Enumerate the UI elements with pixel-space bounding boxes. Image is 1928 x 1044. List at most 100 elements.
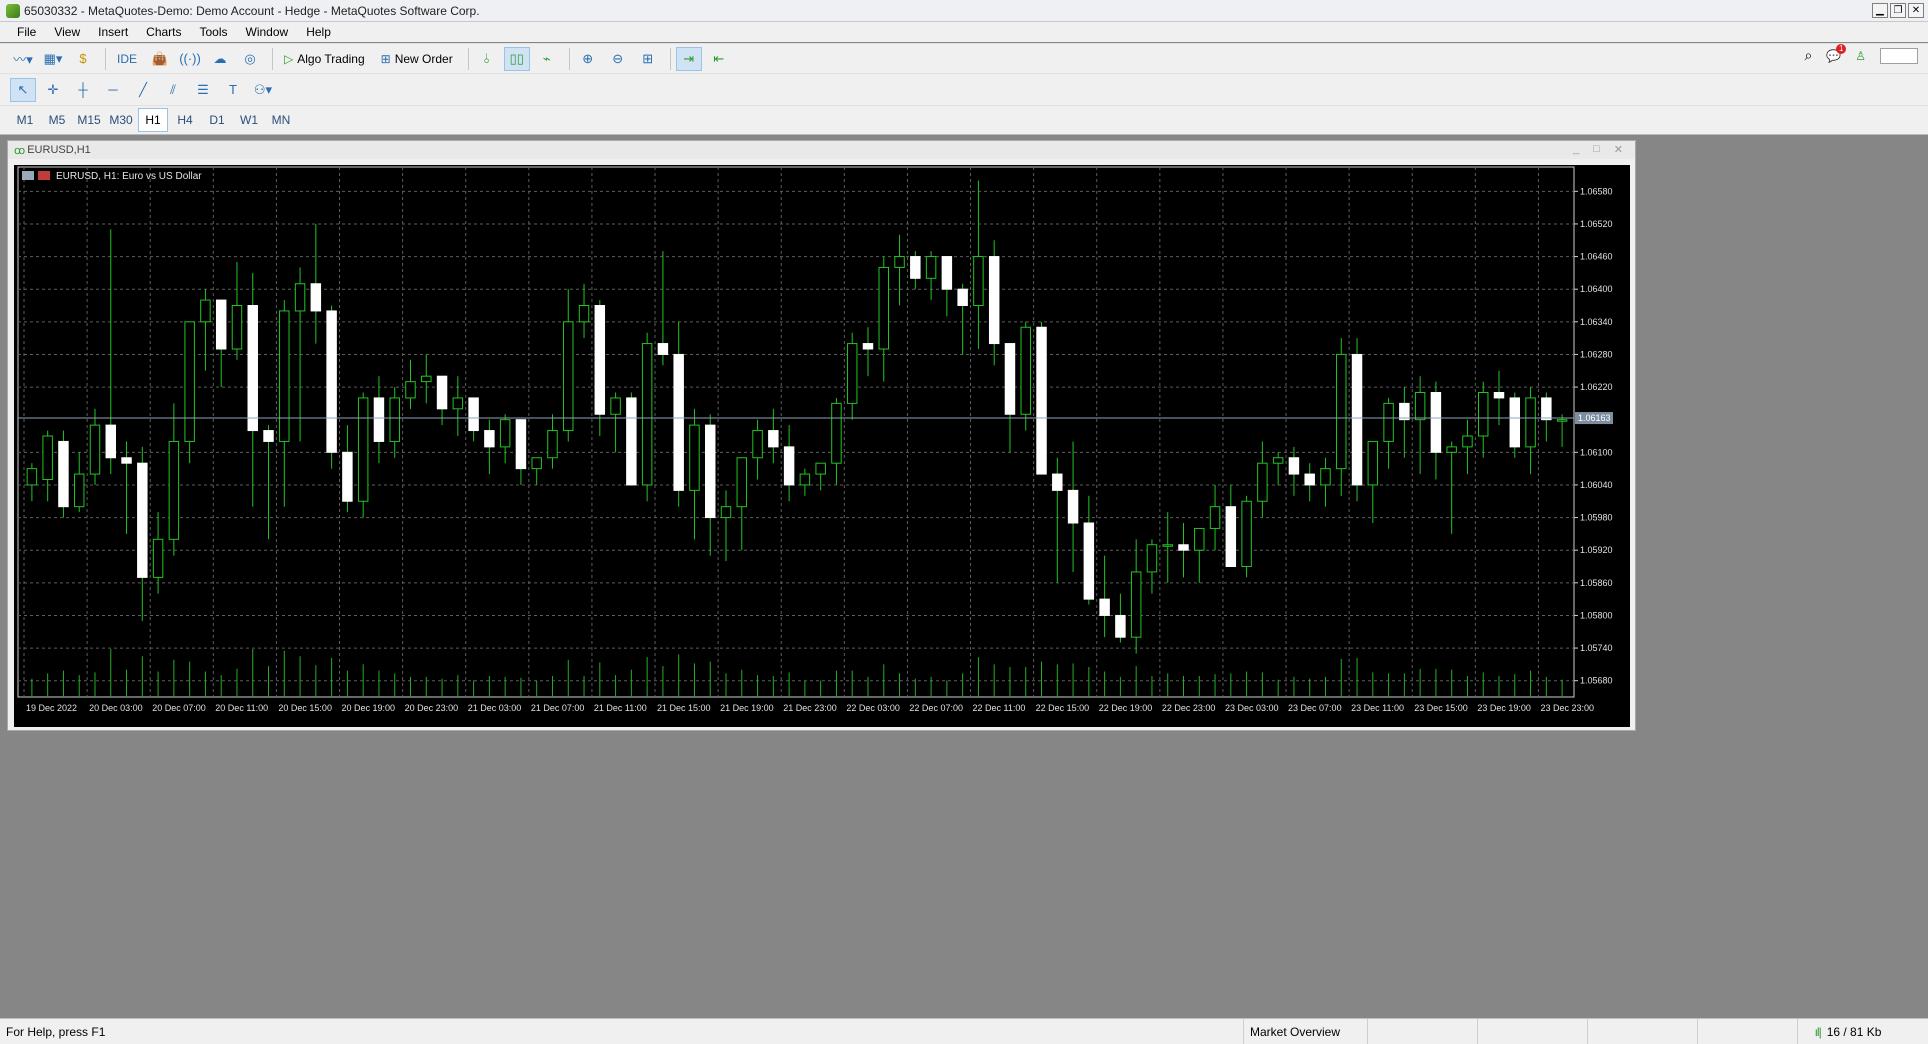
candle-body (1178, 544, 1189, 551)
chart-close-button[interactable]: ✕ (1614, 143, 1623, 156)
community-icon[interactable]: ◎ (237, 47, 263, 71)
cursor-icon[interactable]: ↖ (10, 77, 36, 102)
trendline-icon[interactable]: ╱ (130, 78, 156, 102)
timeframe-m30[interactable]: M30 (106, 108, 136, 132)
menu-help[interactable]: Help (297, 25, 340, 39)
line-studies-toolbar: ↖ ✛ ┼ ─ ╱ ⫽ ☰ T ⚇▾ (0, 73, 1928, 105)
vps-cloud-icon[interactable]: ☁ (207, 47, 233, 71)
crosshair-icon[interactable]: ✛ (40, 78, 66, 102)
candle-body (499, 419, 511, 448)
candle-body (26, 468, 38, 486)
tile-windows-icon[interactable]: ⊞ (635, 47, 661, 71)
account-icon[interactable]: ♙ (1855, 49, 1866, 63)
candlestick-chart[interactable]: 1.06580 1.06520 1.06460 1.06400 1.06340 1.062… (14, 165, 1630, 727)
candle-body (1288, 457, 1300, 475)
chart-window-title: EURUSD,H1 (27, 144, 91, 156)
timeframe-h1[interactable]: H1 (138, 108, 168, 132)
zoom-out-icon[interactable]: ⊖ (605, 47, 631, 71)
time-label: 22 Dec 07:00 (909, 703, 963, 713)
new-order-button[interactable]: ⊞ New Order (375, 47, 459, 71)
chart-window-titlebar[interactable]: ꝏ EURUSD,H1 (8, 141, 1635, 159)
timeframe-mn[interactable]: MN (266, 108, 296, 132)
chart-maximize-button[interactable]: □ (1593, 143, 1600, 156)
bag-icon[interactable]: 👜 (147, 47, 173, 71)
time-label: 19 Dec 2022 (26, 703, 77, 713)
notifications-icon[interactable]: 💬 1 (1826, 43, 1847, 63)
price-label: 1.05860 (1580, 578, 1613, 588)
minimize-button[interactable]: ▁ (1872, 3, 1888, 18)
candle-body (1052, 473, 1063, 491)
candle-body (799, 473, 811, 486)
market-overview-status[interactable]: Market Overview (1244, 1018, 1368, 1044)
vertical-line-icon[interactable]: ┼ (70, 78, 96, 102)
timeframe-d1[interactable]: D1 (202, 108, 232, 132)
equidistant-channel-icon[interactable]: ⫽ (160, 78, 186, 102)
time-label: 23 Dec 03:00 (1225, 703, 1279, 713)
connection-status[interactable]: ıl| 16 / 81 Kb (1798, 1019, 1898, 1044)
shapes-icon[interactable]: ⚇▾ (250, 78, 276, 102)
price-label: 1.05800 (1580, 610, 1613, 620)
chart-shift-icon[interactable]: ⇤ (706, 47, 732, 71)
candle-body (1194, 527, 1205, 551)
timeframe-m1[interactable]: M1 (10, 108, 40, 132)
app-icon (6, 3, 20, 18)
search-input[interactable] (1880, 47, 1918, 64)
candlestick-icon[interactable]: ▯▯ (503, 46, 530, 71)
candle-body (1320, 468, 1331, 486)
market-icon[interactable]: $ (70, 47, 96, 71)
candle-body (531, 457, 542, 470)
candle-body (815, 462, 826, 475)
timeframe-m5[interactable]: M5 (42, 108, 72, 132)
price-label: 1.05740 (1580, 643, 1613, 653)
candle-body (657, 343, 669, 355)
timeframe-m15[interactable]: M15 (74, 108, 104, 132)
menu-file[interactable]: File (8, 25, 45, 39)
bar-chart-icon[interactable]: ⫰ (474, 47, 500, 71)
horizontal-line-icon[interactable]: ─ (100, 78, 126, 102)
menu-charts[interactable]: Charts (137, 25, 190, 39)
fibonacci-icon[interactable]: ☰ (190, 78, 216, 102)
candle-body (578, 305, 590, 323)
menu-window[interactable]: Window (237, 25, 298, 39)
time-label: 23 Dec 07:00 (1288, 703, 1342, 713)
timeframe-h4[interactable]: H4 (170, 108, 200, 132)
title-bar: 65030332 - MetaQuotes-Demo: Demo Account… (0, 0, 1928, 22)
line-chart-icon[interactable]: ⌁ (534, 47, 560, 71)
chart-window[interactable]: ꝏ EURUSD,H1 _ □ ✕ 1.06580 1.06520 1.06460 1… (7, 140, 1636, 731)
candle-body (389, 397, 400, 442)
ide-button[interactable]: IDE (111, 47, 143, 71)
price-label: 1.06100 (1580, 447, 1613, 457)
new-chart-icon[interactable]: 〰▾ (10, 47, 36, 71)
candle-body (168, 440, 180, 540)
candle-body (484, 430, 495, 448)
time-label: 22 Dec 03:00 (846, 703, 900, 713)
candle-body (421, 375, 432, 383)
menu-tools[interactable]: Tools (191, 25, 237, 39)
close-button[interactable]: ✕ (1908, 3, 1924, 18)
text-icon[interactable]: T (220, 78, 246, 102)
candle-body (610, 397, 621, 415)
chart-area[interactable]: 1.06580 1.06520 1.06460 1.06400 1.06340 1.062… (14, 165, 1630, 727)
candle-body (705, 424, 716, 519)
candle-body (1146, 544, 1158, 573)
candle-body (1462, 435, 1473, 448)
menu-view[interactable]: View (45, 25, 89, 39)
time-label: 22 Dec 15:00 (1036, 703, 1090, 713)
search-icon[interactable]: ⌕ (1804, 47, 1812, 64)
timeframe-w1[interactable]: W1 (234, 108, 264, 132)
chart-minimize-button[interactable]: _ (1573, 143, 1579, 156)
current-price-label: 1.06163 (1578, 413, 1611, 423)
candle-body (1556, 419, 1568, 422)
candle-body (626, 397, 637, 486)
menu-insert[interactable]: Insert (89, 25, 137, 39)
profiles-icon[interactable]: ▦▾ (40, 47, 66, 71)
auto-scroll-icon[interactable]: ⇥ (675, 46, 702, 71)
candle-body (1525, 397, 1536, 448)
time-label: 21 Dec 03:00 (468, 703, 522, 713)
restore-button[interactable]: ❐ (1890, 3, 1906, 18)
signals-icon[interactable]: ((·)) (177, 47, 203, 71)
candle-body (1241, 500, 1252, 567)
candle-body (357, 397, 369, 502)
zoom-in-icon[interactable]: ⊕ (575, 47, 601, 71)
algo-trading-button[interactable]: ▷ Algo Trading (278, 47, 371, 71)
